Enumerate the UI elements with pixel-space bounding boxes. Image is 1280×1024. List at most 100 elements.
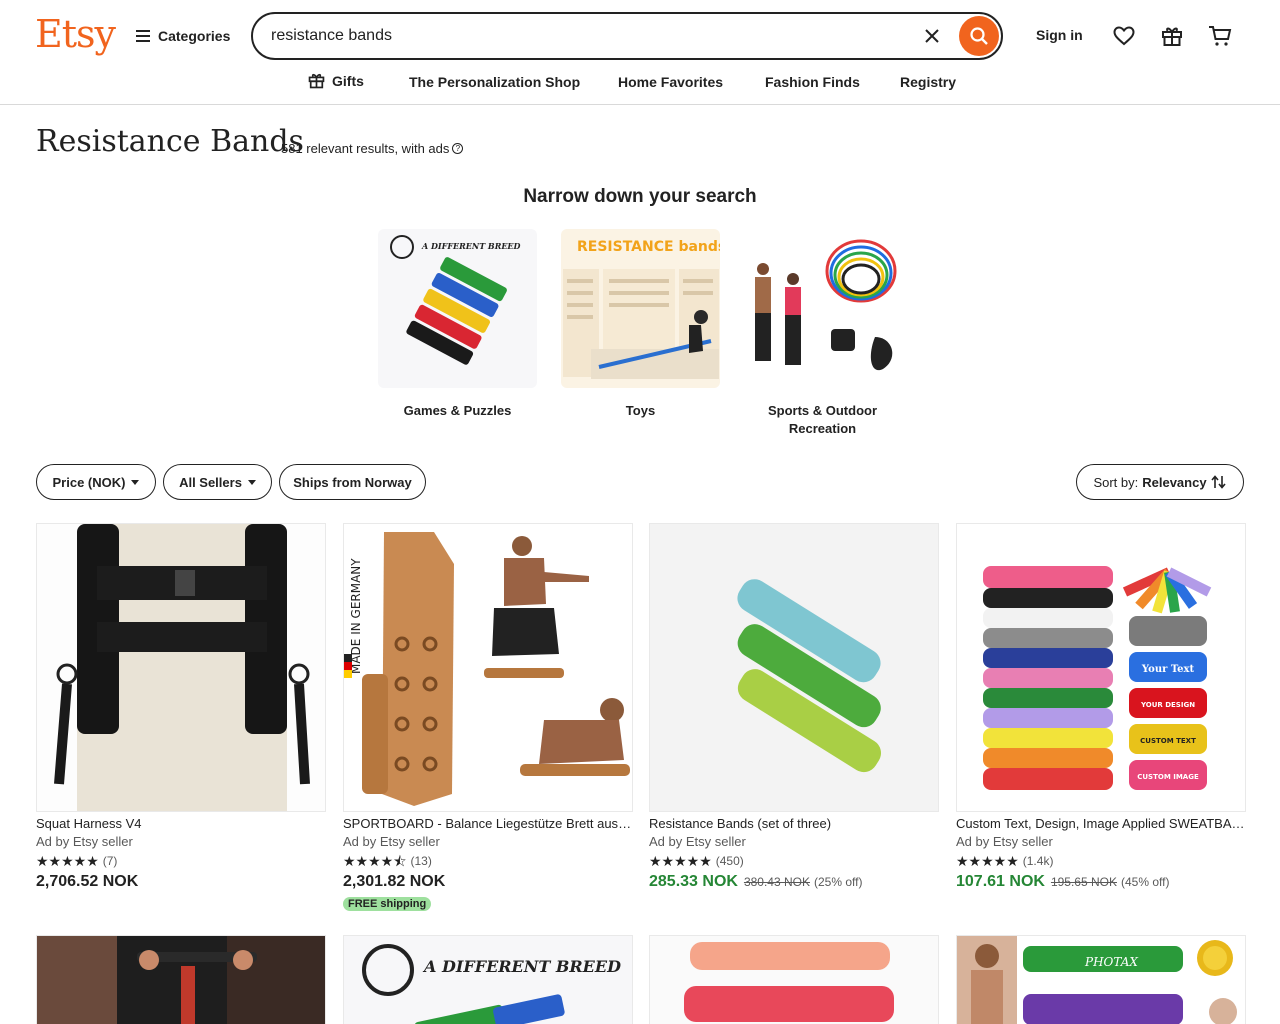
sort-dropdown[interactable]: Sort by: Relevancy: [1076, 464, 1244, 500]
filter-label: All Sellers: [179, 474, 242, 490]
star-rating-icon: ★★★★⯪: [343, 852, 407, 869]
heart-icon[interactable]: [1110, 22, 1138, 50]
category-card-toys[interactable]: RESISTANCE bands Toys: [561, 229, 720, 420]
filter-label: Ships from Norway: [293, 474, 412, 490]
original-price: 380.43 NOK: [743, 875, 810, 889]
product-rating: ★★★★⯪ (13): [343, 851, 633, 870]
sort-arrows-icon: [1210, 475, 1226, 489]
categories-button[interactable]: Categories: [136, 24, 230, 48]
product-image: Your Text YOUR DESIGN CUSTOM TEXT CUSTOM…: [956, 523, 1246, 812]
product-seller: Ad by Etsy seller: [36, 834, 133, 849]
product-card[interactable]: Resistance Bands (set of three) Ad by Et…: [649, 523, 939, 894]
discount-label: (25% off): [813, 875, 863, 889]
rating-count: (7): [102, 853, 118, 868]
search-input[interactable]: [271, 24, 871, 48]
product-title[interactable]: SPORTBOARD - Balance Liegestütze Brett a…: [343, 815, 633, 833]
subnav-fashion-finds[interactable]: Fashion Finds: [765, 74, 860, 90]
discount-label: (45% off): [1120, 875, 1170, 889]
product-price: 2,706.52 NOK: [36, 873, 139, 890]
sub-navigation: Gifts The Personalization Shop Home Favo…: [0, 72, 1280, 94]
product-title[interactable]: Custom Text, Design, Image Applied SWEAT…: [956, 815, 1246, 833]
etsy-logo[interactable]: Etsy: [35, 12, 116, 56]
product-price-row: 285.33 NOK 380.43 NOK (25% off): [649, 870, 939, 894]
gift-icon: [308, 73, 325, 89]
category-card-sports-outdoor[interactable]: Sports & Outdoor Recreation: [743, 229, 902, 438]
categories-label: Categories: [158, 28, 231, 44]
category-image: [743, 229, 902, 388]
caret-down-icon: [247, 479, 256, 485]
category-label: Sports & Outdoor Recreation: [767, 403, 878, 436]
product-image: [37, 936, 325, 1024]
search-button[interactable]: [959, 16, 999, 56]
product-price-row: 107.61 NOK 195.65 NOK (45% off): [956, 870, 1246, 894]
product-price-row: 2,301.82 NOK: [343, 870, 633, 894]
caret-down-icon: [131, 479, 140, 485]
product-card[interactable]: MADE IN GERMANY SPORTBOARD - Balance Lie…: [343, 523, 633, 912]
page-title: Resistance Bands: [36, 124, 304, 159]
category-label: Games & Puzzles: [403, 403, 512, 418]
signin-link[interactable]: Sign in: [1036, 27, 1083, 43]
product-image-text: Your Text: [1141, 664, 1195, 675]
filter-price[interactable]: Price (NOK): [36, 464, 156, 500]
product-card[interactable]: A DIFFERENT BREED: [343, 935, 633, 1024]
product-rating: ★★★★★ (7): [36, 851, 326, 870]
rating-count: (13): [410, 853, 432, 868]
site-header: Etsy Categories Sign in Gifts The Person…: [0, 0, 1280, 105]
hamburger-icon: [136, 30, 150, 42]
results-count: 581 relevant results, with ads ?: [281, 141, 464, 156]
search-bar: [251, 12, 1003, 60]
narrow-search-title: Narrow down your search: [523, 186, 757, 207]
product-card[interactable]: PHOTAX: [956, 935, 1246, 1024]
search-icon: [970, 27, 988, 45]
cart-icon[interactable]: [1206, 22, 1234, 50]
category-image-text: A DIFFERENT BREED: [421, 241, 521, 251]
product-price-row: 2,706.52 NOK: [36, 870, 326, 894]
original-price: 195.65 NOK: [1050, 875, 1117, 889]
product-card[interactable]: [649, 935, 939, 1024]
product-image-text: CUSTOM TEXT: [1140, 737, 1196, 745]
product-image: [649, 523, 939, 812]
subnav-label: Gifts: [332, 72, 364, 89]
product-rating: ★★★★★ (1.4k): [956, 851, 1246, 870]
product-image: [36, 523, 326, 812]
product-price: 2,301.82 NOK: [343, 873, 446, 890]
product-image: A DIFFERENT BREED: [344, 936, 632, 1024]
product-image: MADE IN GERMANY: [343, 523, 633, 812]
subnav-personalization-shop[interactable]: The Personalization Shop: [409, 74, 580, 90]
filter-sellers[interactable]: All Sellers: [163, 464, 272, 500]
product-image-text: CUSTOM IMAGE: [1137, 773, 1199, 781]
category-image: RESISTANCE bands: [561, 229, 720, 388]
filter-ships-from[interactable]: Ships from Norway: [279, 464, 426, 500]
subnav-gifts[interactable]: Gifts: [308, 72, 364, 89]
subnav-home-favorites[interactable]: Home Favorites: [618, 74, 723, 90]
product-seller: Ad by Etsy seller: [343, 834, 440, 849]
product-seller: Ad by Etsy seller: [956, 834, 1053, 849]
product-seller: Ad by Etsy seller: [649, 834, 746, 849]
product-price: 107.61 NOK: [956, 873, 1045, 890]
help-icon[interactable]: ?: [452, 143, 464, 154]
product-card[interactable]: Squat Harness V4 Ad by Etsy seller ★★★★★…: [36, 523, 326, 894]
product-card[interactable]: Your Text YOUR DESIGN CUSTOM TEXT CUSTOM…: [956, 523, 1246, 894]
star-rating-icon: ★★★★★: [36, 852, 99, 869]
close-icon[interactable]: [921, 26, 943, 48]
product-title[interactable]: Squat Harness V4: [36, 815, 326, 833]
category-label: Toys: [625, 403, 656, 418]
product-image-text: A DIFFERENT BREED: [422, 957, 621, 976]
gift-icon[interactable]: [1158, 22, 1186, 50]
category-image: A DIFFERENT BREED: [378, 229, 537, 388]
results-text: 581 relevant results, with ads: [281, 141, 450, 156]
product-image: PHOTAX: [957, 936, 1245, 1024]
free-shipping-badge: FREE shipping: [343, 897, 432, 911]
sort-prefix: Sort by:: [1093, 474, 1139, 490]
product-title[interactable]: Resistance Bands (set of three): [649, 815, 939, 833]
category-card-games-puzzles[interactable]: A DIFFERENT BREED Games & Puzzles: [378, 229, 537, 420]
star-rating-icon: ★★★★★: [649, 852, 712, 869]
subnav-registry[interactable]: Registry: [900, 74, 956, 90]
product-image-text: YOUR DESIGN: [1140, 701, 1195, 709]
product-image: [650, 936, 938, 1024]
category-image-text: RESISTANCE bands: [577, 239, 720, 255]
product-price: 285.33 NOK: [649, 873, 738, 890]
rating-count: (450): [715, 853, 744, 868]
filter-label: Price (NOK): [52, 474, 126, 490]
product-card[interactable]: [36, 935, 326, 1024]
